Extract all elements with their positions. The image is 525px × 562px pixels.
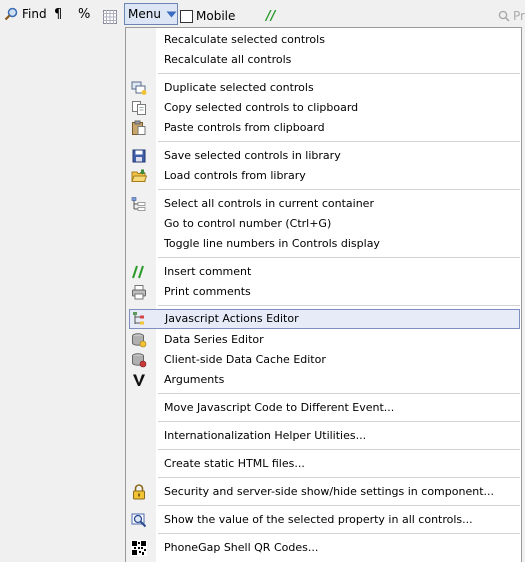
percent-button[interactable]: %: [78, 4, 90, 24]
menu-item-recalculate-selected[interactable]: Recalculate selected controls: [126, 30, 521, 50]
menu-item-js-actions-editor[interactable]: Javascript Actions Editor: [129, 309, 520, 329]
menu-item-goto-control[interactable]: Go to control number (Ctrl+G): [126, 214, 521, 234]
menu-item-label: Duplicate selected controls: [164, 81, 314, 94]
find-magnifier-icon: [4, 7, 18, 21]
menu-item-paste[interactable]: Paste controls from clipboard: [126, 118, 521, 138]
menu-item-create-static-html[interactable]: Create static HTML files...: [126, 454, 521, 474]
mobile-checkbox[interactable]: Mobile: [180, 6, 235, 26]
menu-separator: [158, 533, 520, 534]
menu-separator: [158, 73, 520, 74]
menu-item-label: Select all controls in current container: [164, 197, 374, 210]
menu-item-save-library[interactable]: Save selected controls in library: [126, 146, 521, 166]
menu-item-print-comments[interactable]: Print comments: [126, 282, 521, 302]
menu-item-label: Create static HTML files...: [164, 457, 305, 470]
menu-button[interactable]: Menu: [124, 3, 178, 25]
menu-separator: [158, 393, 520, 394]
grid-icon[interactable]: [103, 7, 117, 27]
menu-separator: [158, 421, 520, 422]
mobile-label: Mobile: [196, 9, 236, 23]
copy-icon: [131, 100, 147, 116]
qr-code-icon: [131, 540, 147, 556]
menu-separator: [158, 189, 520, 190]
save-icon: [131, 148, 147, 164]
duplicate-icon: [131, 80, 147, 96]
menu-item-label: PhoneGap Shell QR Codes...: [164, 541, 319, 554]
pilcrow-button[interactable]: ¶: [54, 4, 62, 24]
menu-item-data-series-editor[interactable]: Data Series Editor: [126, 330, 521, 350]
lock-icon: [131, 484, 147, 500]
menu-item-label: Recalculate selected controls: [164, 33, 325, 46]
folder-open-icon: [131, 168, 147, 184]
chevron-down-icon: [166, 11, 177, 17]
menu-item-insert-comment[interactable]: Insert comment: [126, 262, 521, 282]
menu-item-label: Internationalization Helper Utilities...: [164, 429, 367, 442]
menu-button-label: Menu: [128, 7, 161, 21]
dropdown-menu: Recalculate selected controls Recalculat…: [125, 27, 522, 562]
magnify-icon: [131, 512, 147, 528]
search-partial-label: Pr: [513, 9, 525, 23]
menu-item-label: Move Javascript Code to Different Event.…: [164, 401, 395, 414]
menu-item-select-all-container[interactable]: Select all controls in current container: [126, 194, 521, 214]
menu-item-label: Data Series Editor: [164, 333, 264, 346]
menu-item-security-settings[interactable]: Security and server-side show/hide setti…: [126, 482, 521, 502]
menu-item-label: Paste controls from clipboard: [164, 121, 325, 134]
menu-item-i18n-helper[interactable]: Internationalization Helper Utilities...: [126, 426, 521, 446]
database-cache-icon: [131, 352, 147, 368]
menu-item-label: Security and server-side show/hide setti…: [164, 485, 494, 498]
menu-item-label: Go to control number (Ctrl+G): [164, 217, 332, 230]
menu-separator: [158, 449, 520, 450]
menu-item-label: Save selected controls in library: [164, 149, 341, 162]
find-label: Find: [22, 7, 47, 21]
menu-item-label: Show the value of the selected property …: [164, 513, 473, 526]
menu-separator: [158, 505, 520, 506]
search-button[interactable]: Pr: [498, 6, 525, 26]
menu-item-recalculate-all[interactable]: Recalculate all controls: [126, 50, 521, 70]
arguments-icon: [131, 372, 147, 388]
menu-item-arguments[interactable]: Arguments: [126, 370, 521, 390]
menu-item-label: Arguments: [164, 373, 225, 386]
comment-icon: [131, 264, 147, 280]
checkbox-box[interactable]: [180, 9, 193, 23]
menu-item-label: Load controls from library: [164, 169, 306, 182]
menu-item-move-js-code[interactable]: Move Javascript Code to Different Event.…: [126, 398, 521, 418]
menu-item-load-library[interactable]: Load controls from library: [126, 166, 521, 186]
paste-icon: [131, 120, 147, 136]
menu-item-data-cache-editor[interactable]: Client-side Data Cache Editor: [126, 350, 521, 370]
menu-item-label: Print comments: [164, 285, 251, 298]
tree-select-icon: [131, 196, 147, 212]
menu-separator: [158, 141, 520, 142]
find-button[interactable]: Find: [4, 4, 47, 24]
menu-item-label: Toggle line numbers in Controls display: [164, 237, 380, 250]
printer-icon: [131, 284, 147, 300]
toolbar: Find ¶ % Menu Mobile // Pr: [0, 0, 525, 28]
menu-item-show-property-value[interactable]: Show the value of the selected property …: [126, 510, 521, 530]
menu-separator: [158, 305, 520, 306]
js-actions-icon: [132, 311, 148, 327]
search-icon: [498, 10, 510, 22]
menu-item-label: Javascript Actions Editor: [165, 312, 299, 325]
menu-separator: [158, 257, 520, 258]
menu-item-phonegap-qr[interactable]: PhoneGap Shell QR Codes...: [126, 538, 521, 558]
menu-item-label: Copy selected controls to clipboard: [164, 101, 359, 114]
menu-item-label: Client-side Data Cache Editor: [164, 353, 326, 366]
menu-item-duplicate[interactable]: Duplicate selected controls: [126, 78, 521, 98]
comment-icon[interactable]: //: [266, 6, 276, 26]
database-icon: [131, 332, 147, 348]
menu-item-label: Recalculate all controls: [164, 53, 292, 66]
menu-item-label: Insert comment: [164, 265, 252, 278]
menu-separator: [158, 477, 520, 478]
menu-item-copy[interactable]: Copy selected controls to clipboard: [126, 98, 521, 118]
menu-item-toggle-line-numbers[interactable]: Toggle line numbers in Controls display: [126, 234, 521, 254]
